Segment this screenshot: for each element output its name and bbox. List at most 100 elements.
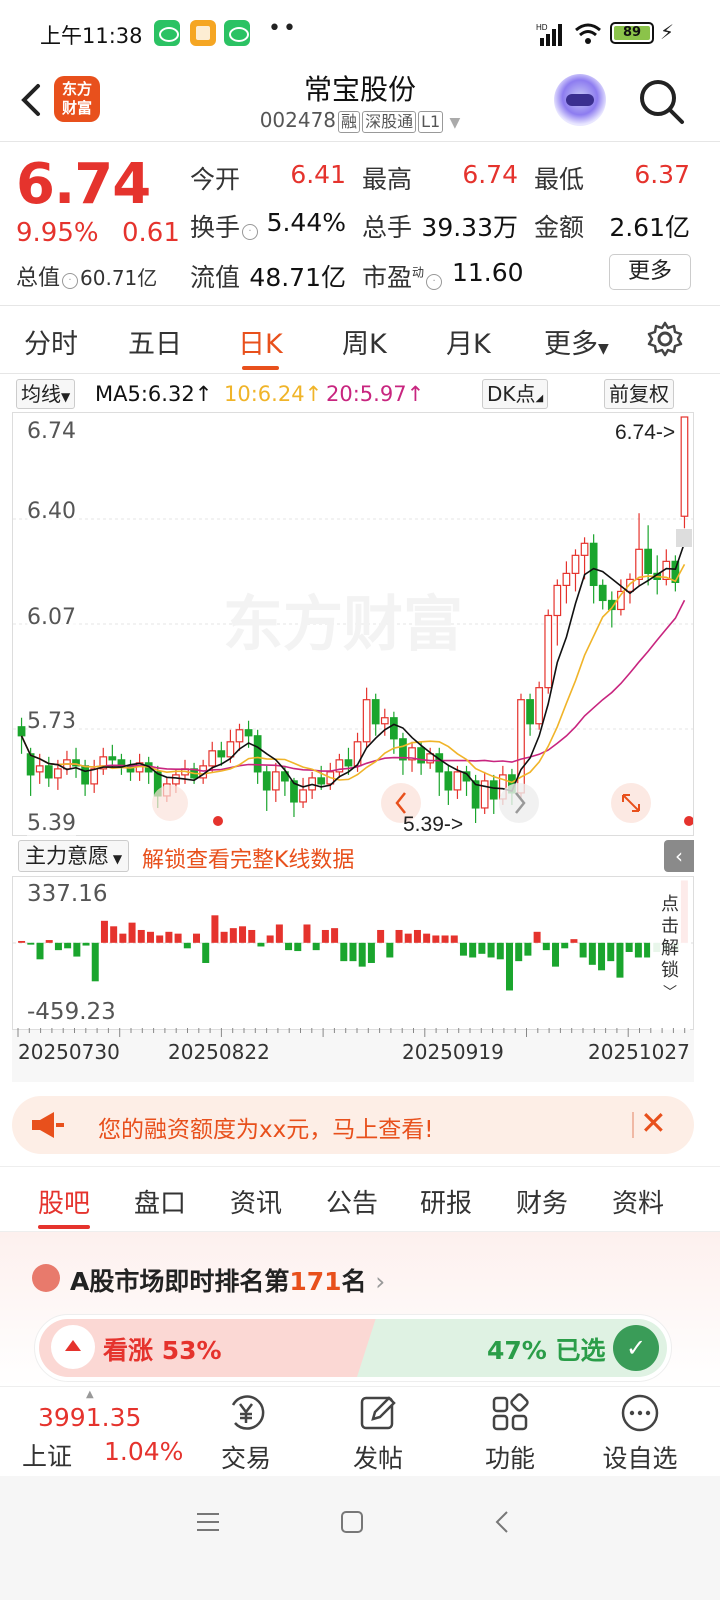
candle-body (526, 699, 534, 725)
status-time: 上午11:38 (40, 24, 143, 48)
tab-more[interactable]: 更多▼ (544, 322, 609, 361)
flow-bar (202, 942, 210, 963)
search-icon[interactable] (636, 76, 686, 126)
flow-bar (395, 929, 403, 943)
flow-bar (386, 942, 394, 958)
amount-value: 2.61亿 (609, 213, 690, 242)
tab-weekly-k[interactable]: 周K (342, 322, 387, 361)
candle-body (580, 542, 589, 556)
tab-daily-k[interactable]: 日K (238, 322, 283, 370)
more-button[interactable]: 更多 (609, 254, 691, 290)
y-tick-label: 6.40 (27, 499, 76, 524)
rank-title[interactable]: A股市场即时排名第171名 › (70, 1262, 385, 1298)
functions-button[interactable]: 功能 (470, 1393, 550, 1475)
indicator-select[interactable]: 主力意愿 ▼ (18, 840, 130, 872)
rank-prefix: A股市场即时排名第 (70, 1267, 290, 1296)
tab-news[interactable]: 资讯 (230, 1183, 282, 1220)
date-ticks (17, 1028, 686, 1037)
trade-button[interactable]: 交易 (206, 1393, 286, 1475)
tab-announcements[interactable]: 公告 (326, 1183, 378, 1220)
menu-icon[interactable] (196, 1512, 220, 1532)
candle-body (317, 777, 326, 785)
candle-body (208, 750, 217, 767)
unlock-panel[interactable]: 点击解锁 ﹀ (650, 880, 690, 1030)
scroll-right-button[interactable] (499, 783, 539, 823)
amount-label: 金额 (534, 213, 585, 242)
edit-icon (360, 1396, 396, 1430)
ma5-value: MA5:6.32↑ (95, 382, 213, 406)
info-icon[interactable]: · (62, 273, 79, 289)
info-icon[interactable]: · (242, 224, 259, 240)
flow-bar (469, 942, 477, 958)
flow-bar (487, 942, 495, 958)
tab-guba[interactable]: 股吧 (38, 1183, 91, 1229)
add-watchlist-button[interactable]: 设自选 (600, 1393, 680, 1475)
flow-bar (441, 935, 449, 943)
flow-bar (18, 940, 26, 943)
ma-select[interactable]: 均线▼ (16, 379, 76, 409)
post-button[interactable]: 发帖 (338, 1393, 418, 1475)
date-label: 20250822 (168, 1040, 270, 1064)
candle-body (589, 542, 598, 587)
collapse-arrow-icon[interactable]: ‹ (664, 840, 694, 872)
dk-label: DK点 (487, 382, 536, 406)
open-label: 今开 (190, 165, 241, 194)
y-tick-label: 6.74 (27, 419, 76, 444)
candle-body (480, 780, 489, 809)
tab-intraday[interactable]: 分时 (24, 322, 78, 361)
flow-bar (552, 942, 560, 967)
flow-bar (450, 935, 458, 943)
kline-chart[interactable]: 东方财富 6.74-> 5.39-> 6.74 6.40 6.07 5.73 5… (12, 412, 694, 836)
wechat-icon (224, 20, 250, 46)
open-value: 6.41 (290, 160, 346, 189)
adjust-button[interactable]: 前复权 (604, 379, 674, 409)
index-change[interactable]: 1.04% (104, 1437, 183, 1466)
ma10-value: 10:6.24↑ (224, 382, 323, 406)
close-icon[interactable]: ✕ (640, 1104, 667, 1142)
event-dot[interactable] (213, 816, 223, 826)
fund-flow-chart[interactable]: 337.16 -459.23 (12, 876, 694, 1030)
tab-profile[interactable]: 资料 (612, 1183, 664, 1220)
event-dot[interactable] (684, 816, 694, 826)
unlock-kline-link[interactable]: 解锁查看完整K线数据 (142, 842, 354, 874)
candle-body (362, 699, 371, 743)
dk-point-button[interactable]: DK点◢ (482, 379, 549, 409)
tab-five-day[interactable]: 五日 (128, 322, 182, 361)
gear-icon[interactable] (646, 320, 684, 358)
tab-order-book[interactable]: 盘口 (134, 1183, 186, 1220)
index-value[interactable]: 3991.35 (38, 1403, 141, 1432)
battery-level: 89 (614, 26, 650, 40)
flow-bar (248, 929, 256, 943)
marker-bubble[interactable] (152, 785, 188, 821)
info-icon[interactable]: · (426, 274, 443, 290)
change-amount: 0.61 (122, 218, 180, 248)
home-icon[interactable] (340, 1510, 364, 1534)
wifi-icon (575, 23, 601, 44)
flow-bar (413, 929, 421, 943)
tab-monthly-k[interactable]: 月K (446, 322, 491, 361)
tab-finance[interactable]: 财务 (516, 1183, 568, 1220)
megaphone-icon (32, 1112, 64, 1138)
turnover-label-text: 换手 (190, 213, 241, 242)
flow-min-label: -459.23 (27, 999, 116, 1025)
system-back-icon[interactable] (492, 1510, 512, 1534)
tab-research[interactable]: 研报 (420, 1183, 472, 1220)
flow-bar (146, 931, 154, 943)
index-name[interactable]: 上证 (22, 1437, 72, 1473)
rank-suffix: 名 (341, 1267, 367, 1296)
flow-bar (211, 915, 219, 943)
ma20-text: 20:5.97 (326, 382, 407, 406)
caret-down-icon: ▼ (109, 852, 123, 866)
candle-body (217, 750, 226, 758)
flow-bar (303, 924, 311, 943)
ai-assistant-avatar[interactable] (554, 74, 606, 126)
market-cap: 总值 · 60.71亿 (16, 260, 157, 292)
flow-bar (561, 942, 569, 949)
candle-body (253, 735, 262, 773)
stock-code-row[interactable]: 002478 融深股通 L1 ▼ (0, 108, 720, 133)
up-arrow-icon (51, 1325, 95, 1369)
margin-promo-banner[interactable]: 您的融资额度为xx元，马上查看! ✕ (12, 1096, 694, 1154)
date-axis: 20250730 20250822 20250919 20251027 (12, 1028, 694, 1082)
ranking-icon (32, 1264, 60, 1292)
y-tick-label: 5.73 (27, 709, 76, 734)
